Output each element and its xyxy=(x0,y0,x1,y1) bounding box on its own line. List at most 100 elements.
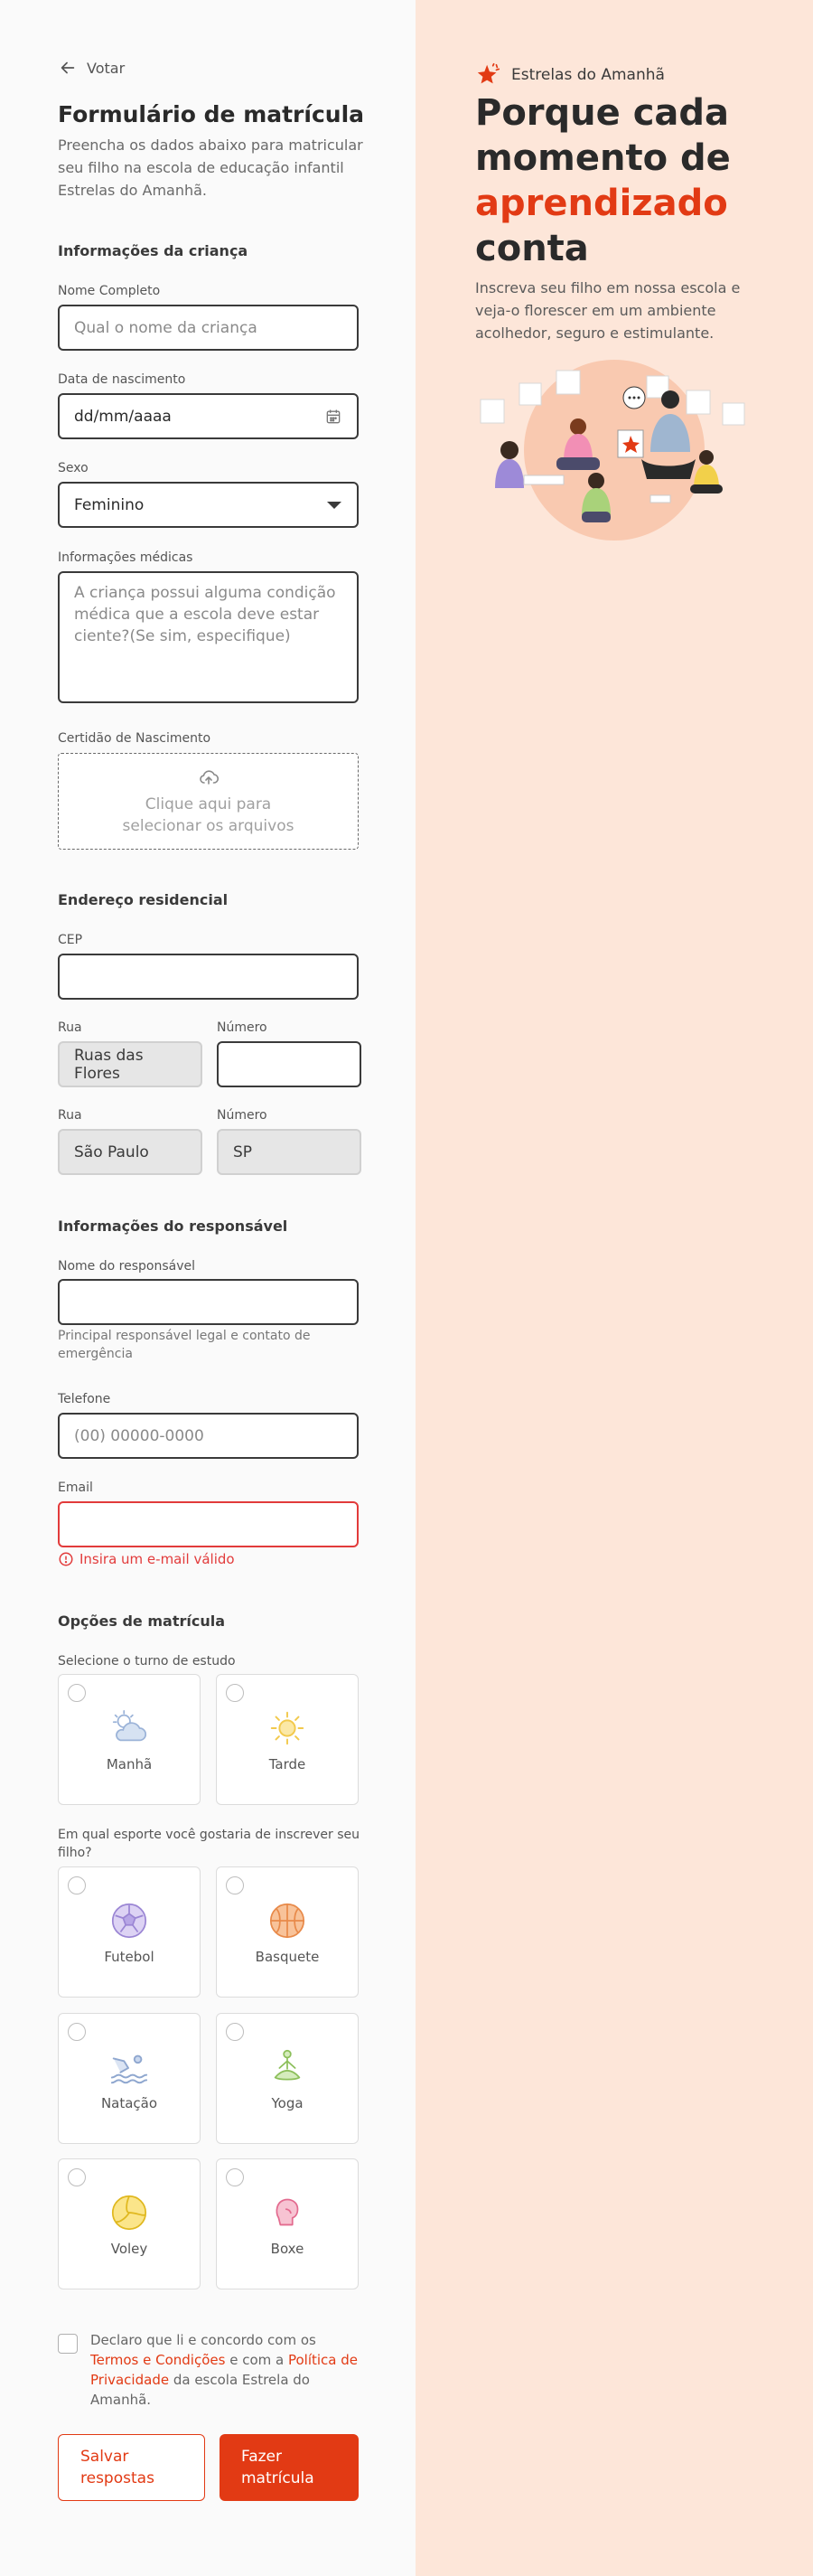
radio-button[interactable] xyxy=(68,2023,86,2041)
radio-button[interactable] xyxy=(226,2023,244,2041)
email-input[interactable] xyxy=(58,1501,359,1547)
sport-label-swimming: Natação xyxy=(100,2095,158,2111)
classroom-illustration xyxy=(480,360,745,541)
swimmer-icon xyxy=(110,2054,148,2084)
upload-hint: Clique aqui para selecionar os arquivos xyxy=(122,794,294,835)
number-label: Número xyxy=(217,1020,267,1035)
terms-text: Declaro que li e concordo com os Termos … xyxy=(90,2330,361,2410)
section-guardian: Informações do responsável xyxy=(58,1217,288,1235)
shift-label: Selecione o turno de estudo xyxy=(58,1654,236,1669)
sport-label-soccer: Futebol xyxy=(104,1949,154,1965)
birth-date-value: dd/mm/aaaa xyxy=(74,407,172,426)
medical-label: Informações médicas xyxy=(58,550,193,565)
email-error: Insira um e-mail válido xyxy=(58,1551,235,1567)
state-value: SP xyxy=(233,1142,253,1161)
section-enrollment: Opções de matrícula xyxy=(58,1612,225,1630)
save-answers-label: Salvar respostas xyxy=(80,2448,154,2487)
email-label: Email xyxy=(58,1481,93,1495)
yoga-icon xyxy=(274,2049,301,2081)
phone-input[interactable]: (00) 00000-0000 xyxy=(58,1413,359,1459)
sport-label-yoga: Yoga xyxy=(271,2095,304,2111)
cloud-upload-icon xyxy=(199,769,219,785)
hero-line-2: conta xyxy=(475,228,589,269)
birth-certificate-upload[interactable]: Clique aqui para selecionar os arquivos xyxy=(58,753,359,850)
sun-icon xyxy=(270,1711,304,1745)
radio-button[interactable] xyxy=(68,1876,86,1894)
radio-button[interactable] xyxy=(226,1684,244,1702)
form-title: Formulário de matrícula xyxy=(58,101,365,127)
sport-option-swimming[interactable]: Natação xyxy=(58,2013,201,2144)
arrow-left-icon xyxy=(61,61,75,74)
street-label: Rua xyxy=(58,1020,82,1035)
street-value: Ruas das Flores xyxy=(74,1046,144,1083)
basketball-icon xyxy=(269,1903,305,1939)
back-label: Votar xyxy=(87,59,126,77)
state-label: Número xyxy=(217,1108,267,1123)
sport-option-yoga[interactable]: Yoga xyxy=(216,2013,359,2144)
radio-button[interactable] xyxy=(68,1684,86,1702)
terms-checkbox[interactable] xyxy=(58,2334,78,2354)
shift-label-afternoon: Tarde xyxy=(268,1756,306,1772)
sport-option-boxing[interactable]: Boxe xyxy=(216,2158,359,2289)
boxing-glove-icon xyxy=(276,2198,299,2226)
medical-textarea[interactable]: A criança possui alguma condição médica … xyxy=(58,571,359,703)
medical-placeholder: A criança possui alguma condição médica … xyxy=(74,584,336,645)
alert-circle-icon xyxy=(59,1552,73,1566)
state-input[interactable]: SP xyxy=(217,1129,361,1175)
guardian-name-input[interactable] xyxy=(58,1279,359,1325)
terms-link[interactable]: Termos e Condições xyxy=(90,2352,225,2368)
caret-down-icon xyxy=(327,501,341,509)
phone-placeholder: (00) 00000-0000 xyxy=(74,1426,204,1445)
cep-input[interactable] xyxy=(58,954,359,1000)
radio-button[interactable] xyxy=(226,2168,244,2186)
shift-option-morning[interactable]: Manhã xyxy=(58,1674,201,1805)
birth-certificate-label: Certidão de Nascimento xyxy=(58,731,211,746)
shift-option-afternoon[interactable]: Tarde xyxy=(216,1674,359,1805)
back-link[interactable]: Votar xyxy=(58,58,125,78)
hero-heading: Porque cada momento de aprendizado conta xyxy=(475,90,773,271)
sport-option-volleyball[interactable]: Voley xyxy=(58,2158,201,2289)
section-child-info: Informações da criança xyxy=(58,242,248,259)
child-name-placeholder: Qual o nome da criança xyxy=(74,318,257,337)
child-name-label: Nome Completo xyxy=(58,284,161,298)
volleyball-icon xyxy=(111,2195,147,2231)
form-intro: Preencha os dados abaixo para matricular… xyxy=(58,136,363,199)
sport-label-boxing: Boxe xyxy=(270,2241,304,2257)
sport-label-volleyball: Voley xyxy=(110,2241,148,2257)
terms-middle: e com a xyxy=(225,2352,288,2368)
guardian-name-hint: Principal responsável legal e contato de… xyxy=(58,1329,311,1361)
birth-date-input[interactable]: dd/mm/aaaa xyxy=(58,393,359,439)
save-answers-button[interactable]: Salvar respostas xyxy=(58,2434,205,2501)
brand: Estrelas do Amanhã xyxy=(475,61,665,89)
sport-label-basketball: Basquete xyxy=(255,1949,320,1965)
submit-enrollment-label: Fazer matrícula xyxy=(241,2448,314,2487)
hero-line-1: Porque cada momento de xyxy=(475,92,731,179)
city-value: São Paulo xyxy=(74,1142,149,1161)
terms-prefix: Declaro que li e concordo com os xyxy=(90,2332,316,2348)
radio-button[interactable] xyxy=(68,2168,86,2186)
street-input[interactable]: Ruas das Flores xyxy=(58,1041,202,1087)
brand-name: Estrelas do Amanhã xyxy=(511,66,665,84)
submit-enrollment-button[interactable]: Fazer matrícula xyxy=(220,2434,359,2501)
number-input[interactable] xyxy=(217,1041,361,1087)
calendar-icon[interactable] xyxy=(324,408,342,426)
city-input[interactable]: São Paulo xyxy=(58,1129,202,1175)
sport-option-basketball[interactable]: Basquete xyxy=(216,1866,359,1998)
child-name-input[interactable]: Qual o nome da criança xyxy=(58,305,359,351)
phone-label: Telefone xyxy=(58,1392,111,1406)
sex-select[interactable]: Feminino xyxy=(58,482,359,528)
shift-label-morning: Manhã xyxy=(106,1756,153,1772)
email-error-text: Insira um e-mail válido xyxy=(79,1551,235,1567)
cep-label: CEP xyxy=(58,933,83,947)
star-logo-icon xyxy=(477,62,500,84)
guardian-name-label: Nome do responsável xyxy=(58,1259,195,1274)
soccer-ball-icon xyxy=(111,1903,147,1939)
sport-option-soccer[interactable]: Futebol xyxy=(58,1866,201,1998)
sex-value: Feminino xyxy=(74,495,145,514)
birth-date-label: Data de nascimento xyxy=(58,372,186,387)
form-panel: Votar Formulário de matrícula Preencha o… xyxy=(0,0,416,2576)
section-address: Endereço residencial xyxy=(58,891,229,908)
hero-accent: aprendizado xyxy=(475,183,728,224)
sex-label: Sexo xyxy=(58,461,89,475)
radio-button[interactable] xyxy=(226,1876,244,1894)
